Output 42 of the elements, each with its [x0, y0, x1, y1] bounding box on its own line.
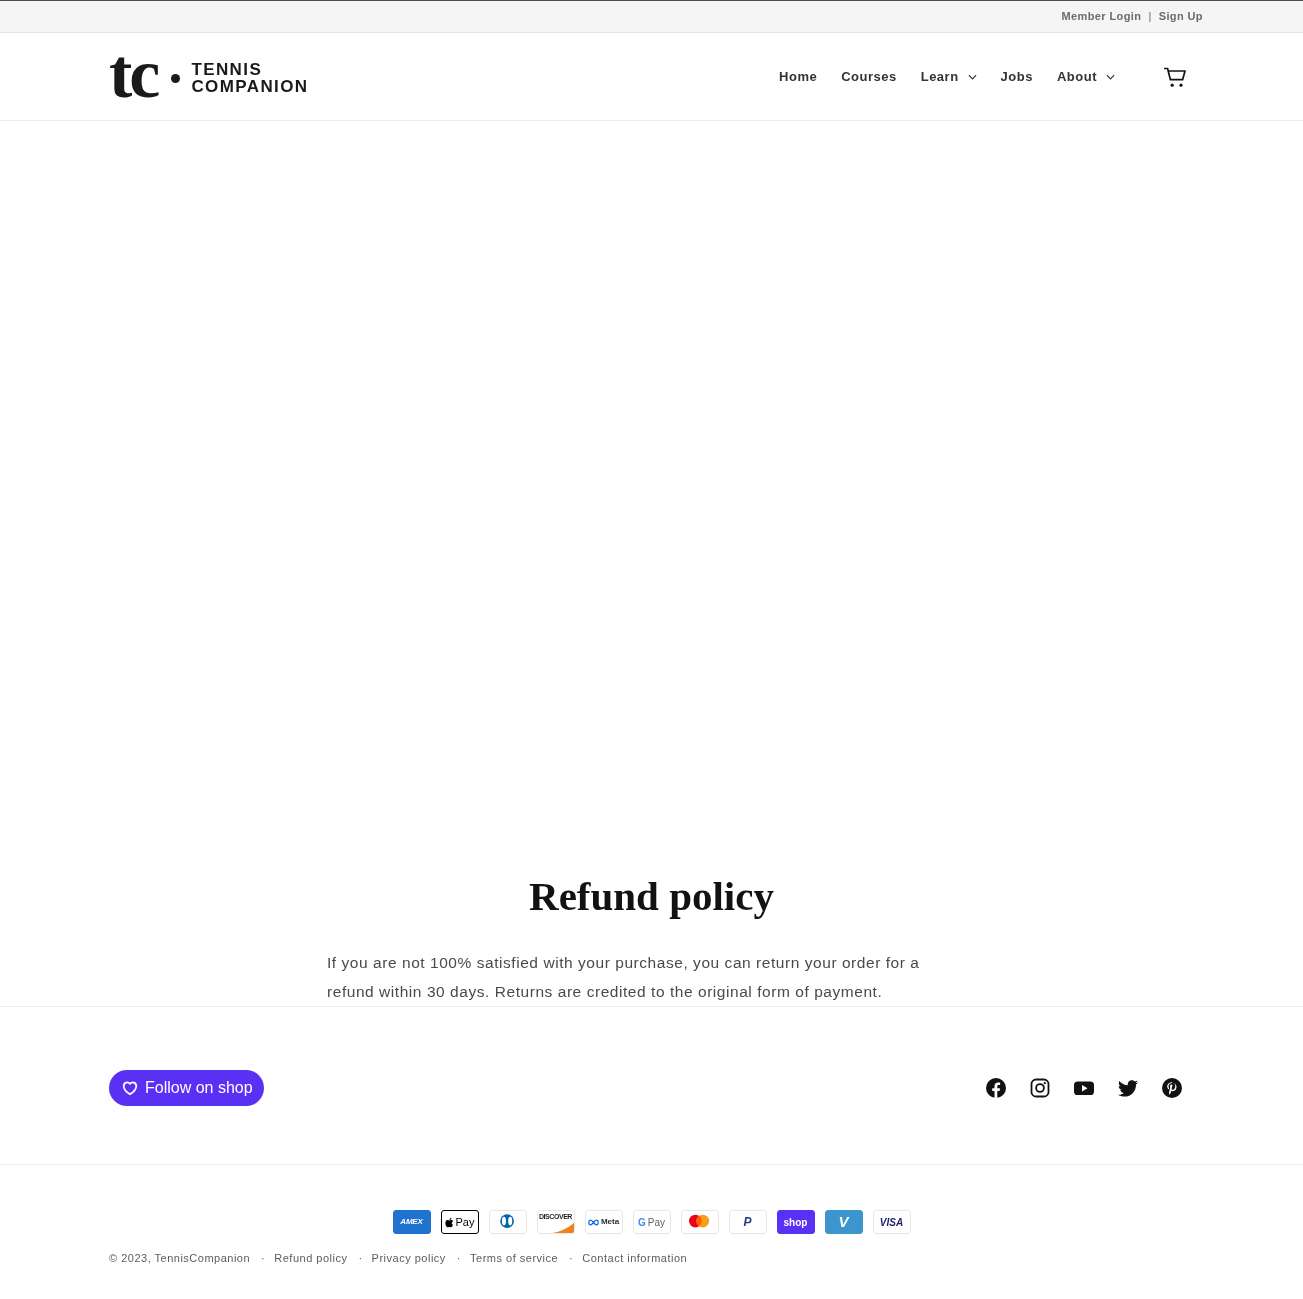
follow-button[interactable]: Follow on shop: [109, 1070, 264, 1106]
page-title: Refund policy: [529, 873, 774, 919]
policy-link[interactable]: Refund policy: [274, 1251, 348, 1265]
top-bar-link[interactable]: Member Login: [1061, 8, 1142, 25]
p-circle-icon[interactable]: [1162, 1078, 1182, 1098]
link-separator: |: [1148, 9, 1152, 25]
brand-name: shop: [783, 1215, 808, 1230]
apple-icon: [444, 1216, 454, 1228]
brand-name: Pay: [647, 1215, 665, 1230]
link-separator: ·: [358, 1251, 363, 1265]
nav-link[interactable]: Jobs: [988, 58, 1045, 95]
brand-name: AMEX: [400, 1216, 423, 1228]
nav-link[interactable]: About: [1044, 58, 1127, 95]
policy-text: If you are not 100% satisfied with your purchase, you can return your order for a refund within 30 days. Returns are credited to the original form of payment.: [327, 953, 921, 1002]
cart-icon[interactable]: [1163, 65, 1187, 88]
link-separator: ·: [569, 1251, 574, 1265]
policy-link[interactable]: Contact information: [582, 1251, 688, 1265]
brand-name: V: [838, 1211, 849, 1232]
link-separator: ·: [456, 1251, 462, 1265]
brand-name: Meta: [600, 1216, 620, 1228]
nav-link[interactable]: Learn: [908, 58, 989, 95]
logo-monogram[interactable]: tc: [109, 47, 158, 106]
policy-link[interactable]: Privacy policy: [371, 1251, 446, 1265]
overlapping-circles-icon: [680, 1210, 719, 1234]
brand-name: P: [743, 1214, 752, 1231]
link-separator: ·: [261, 1251, 266, 1265]
f-circle-icon[interactable]: [986, 1078, 1006, 1098]
bird-icon[interactable]: [1118, 1078, 1138, 1098]
nav-link[interactable]: Home: [767, 58, 830, 95]
policy-link[interactable]: Terms of service: [470, 1251, 559, 1265]
infinity-icon: [587, 1218, 599, 1226]
top-bar-link[interactable]: Sign Up: [1158, 8, 1203, 25]
logo-wordmark[interactable]: TENNIS COMPANION: [191, 61, 309, 95]
dot-icon[interactable]: [171, 74, 181, 83]
brand-name: G: [638, 1215, 646, 1230]
brand-name: VISA: [879, 1215, 904, 1230]
heart-icon: [121, 1079, 139, 1097]
nav-link[interactable]: Courses: [829, 58, 909, 95]
camera-icon[interactable]: [1030, 1078, 1050, 1098]
corner-swoosh-icon: [551, 1223, 574, 1233]
copyright-text: © 2023, TennisCompanion: [109, 1251, 251, 1265]
brand-name: Pay: [455, 1214, 475, 1230]
